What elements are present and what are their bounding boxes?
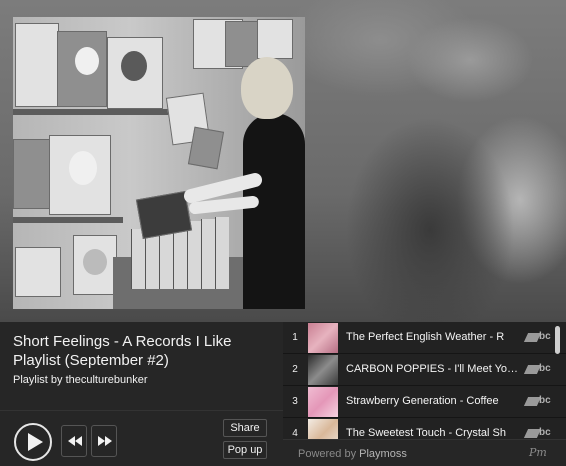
powered-by-text[interactable]: Powered by Playmoss	[298, 448, 407, 460]
track-list: 1 The Perfect English Weather - R bc 2 C…	[283, 322, 566, 439]
track-number: 1	[292, 332, 298, 343]
playback-controls: Share Pop up	[0, 410, 283, 466]
track-thumbnail	[308, 355, 338, 385]
bandcamp-icon[interactable]: bc	[523, 363, 554, 376]
bandcamp-icon[interactable]: bc	[523, 395, 554, 408]
track-row[interactable]: 2 CARBON POPPIES - I'll Meet You ... bc	[283, 354, 566, 386]
share-button[interactable]: Share	[223, 419, 267, 437]
track-thumbnail	[308, 323, 338, 353]
playlist-byline[interactable]: Playlist by theculturebunker	[13, 374, 148, 386]
playlist-title[interactable]: Short Feelings - A Records I Like Playli…	[13, 332, 273, 370]
track-name[interactable]: The Sweetest Touch - Crystal Sh	[346, 418, 521, 439]
track-row[interactable]: 1 The Perfect English Weather - R bc	[283, 322, 566, 354]
track-list-scrollbar[interactable]	[555, 326, 560, 354]
previous-track-button[interactable]	[61, 425, 87, 457]
playlist-info: Short Feelings - A Records I Like Playli…	[0, 322, 283, 466]
track-row[interactable]: 3 Strawberry Generation - Coffee bc	[283, 386, 566, 418]
play-button[interactable]	[14, 423, 52, 461]
rewind-icon	[68, 436, 82, 446]
playmoss-logo[interactable]: Pm	[529, 446, 547, 459]
playlist-player: Short Feelings - A Records I Like Playli…	[0, 0, 566, 466]
track-row[interactable]: 4 The Sweetest Touch - Crystal Sh bc	[283, 418, 566, 439]
fast-forward-icon	[98, 436, 112, 446]
track-number: 2	[292, 364, 298, 375]
footer: Powered by Playmoss Pm	[283, 439, 566, 466]
track-number: 4	[292, 428, 298, 439]
cover-art	[13, 17, 305, 309]
bandcamp-icon[interactable]: bc	[523, 427, 554, 439]
track-thumbnail	[308, 387, 338, 417]
track-name[interactable]: CARBON POPPIES - I'll Meet You ...	[346, 354, 521, 385]
track-name[interactable]: Strawberry Generation - Coffee	[346, 386, 521, 417]
track-number: 3	[292, 396, 298, 407]
playmoss-link[interactable]: Playmoss	[359, 448, 407, 460]
popup-button[interactable]: Pop up	[223, 441, 267, 459]
bandcamp-icon[interactable]: bc	[523, 331, 554, 344]
play-icon	[28, 433, 43, 451]
track-name[interactable]: The Perfect English Weather - R	[346, 322, 521, 353]
next-track-button[interactable]	[91, 425, 117, 457]
track-thumbnail	[308, 419, 338, 439]
